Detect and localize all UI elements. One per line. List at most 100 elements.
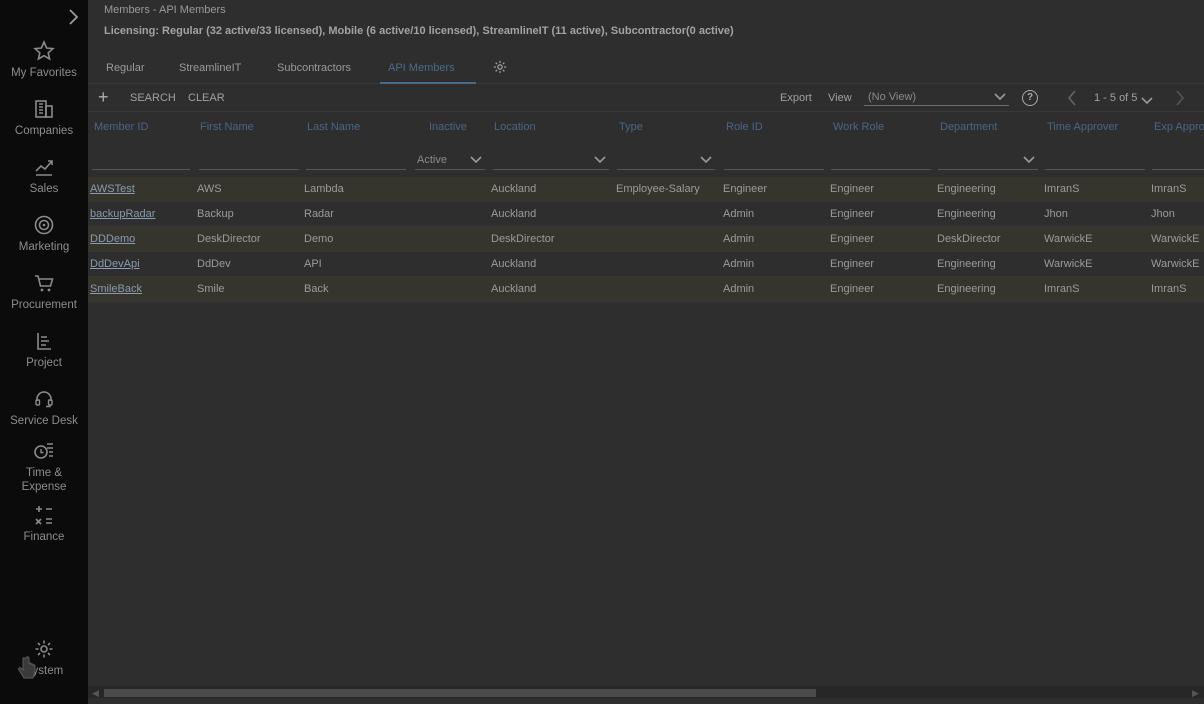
table-row[interactable]: AWSTest AWS Lambda Auckland Employee-Sal… (88, 177, 1204, 202)
sidebar-item-time-expense[interactable]: Time & Expense (0, 440, 88, 494)
horizontal-scrollbar[interactable]: ◀ ▶ (88, 686, 1204, 698)
sidebar-item-label: Marketing (18, 241, 70, 253)
gear-icon (35, 640, 53, 658)
filter-last-name[interactable] (306, 152, 406, 170)
cell-department: DeskDirector (937, 233, 1001, 245)
scrollbar-thumb[interactable] (104, 689, 816, 697)
view-select[interactable]: (No View) (864, 88, 1009, 106)
filter-inactive[interactable]: Active (415, 152, 485, 170)
cell-first-name: Backup (197, 208, 234, 220)
cell-work-role: Engineer (830, 183, 875, 195)
sidebar-item-label: Sales (29, 183, 59, 195)
cell-time-approver: Jhon (1044, 208, 1068, 220)
filter-location[interactable] (493, 152, 609, 170)
column-header-inactive[interactable]: Inactive (429, 121, 467, 133)
member-id-link[interactable]: DDDemo (90, 233, 135, 245)
scroll-right-icon[interactable]: ▶ (1192, 688, 1199, 699)
cell-work-role: Engineer (830, 233, 875, 245)
collapse-sidebar-button[interactable] (64, 6, 84, 28)
main-panel: Members - API Members Licensing: Regular… (88, 0, 1204, 704)
star-icon (33, 40, 55, 61)
filter-inactive-value: Active (417, 154, 447, 166)
filter-member-id[interactable] (92, 152, 190, 170)
tab-regular[interactable]: Regular (106, 62, 145, 74)
sidebar-item-label: System (24, 665, 64, 677)
clipboard-icon (37, 333, 51, 350)
table-row[interactable]: SmileBack Smile Back Auckland Admin Engi… (88, 277, 1204, 302)
sidebar-item-finance[interactable]: Finance (0, 504, 88, 544)
scroll-left-icon[interactable]: ◀ (92, 688, 99, 699)
member-id-link[interactable]: backupRadar (90, 208, 155, 220)
column-header-type[interactable]: Type (619, 121, 643, 133)
licensing-summary: Licensing: Regular (32 active/33 license… (104, 25, 734, 37)
add-button[interactable]: + (98, 87, 109, 108)
sidebar-item-service-desk[interactable]: Service Desk (0, 388, 88, 428)
target-icon (34, 215, 54, 235)
cell-location: DeskDirector (491, 233, 555, 245)
filter-time-approver[interactable] (1045, 152, 1145, 170)
member-id-link[interactable]: SmileBack (90, 283, 142, 295)
export-button[interactable]: Export (780, 92, 812, 104)
cell-first-name: DeskDirector (197, 233, 261, 245)
column-header-department[interactable]: Department (940, 121, 997, 133)
filter-exp-approver[interactable] (1152, 152, 1204, 170)
tab-streamlineit[interactable]: StreamlineIT (179, 62, 241, 74)
tab-settings-gear-icon[interactable] (492, 59, 508, 80)
filter-department[interactable] (938, 152, 1038, 170)
sidebar-item-sales[interactable]: Sales (0, 156, 88, 196)
column-header-member-id[interactable]: Member ID (94, 121, 148, 133)
sidebar-item-favorites[interactable]: My Favorites (0, 40, 88, 80)
cell-last-name: Demo (304, 233, 334, 245)
cell-exp-approver: Jhon (1151, 208, 1175, 220)
sidebar-item-project[interactable]: Project (0, 330, 88, 370)
cell-role-id: Engineer (723, 183, 768, 195)
filter-work-role[interactable] (831, 152, 931, 170)
tab-api-members[interactable]: API Members (388, 62, 455, 74)
column-header-work-role[interactable]: Work Role (833, 121, 884, 133)
next-page-button[interactable] (1174, 89, 1186, 112)
cell-exp-approver: WarwickE (1151, 233, 1200, 245)
column-header-role-id[interactable]: Role ID (726, 121, 763, 133)
sidebar-item-label: Companies (14, 125, 74, 137)
cell-role-id: Admin (723, 233, 755, 245)
previous-page-button[interactable] (1066, 89, 1078, 112)
calculator-icon (35, 506, 52, 525)
column-header-last-name[interactable]: Last Name (307, 121, 360, 133)
filter-type[interactable] (617, 152, 715, 170)
filter-first-name[interactable] (199, 152, 299, 170)
sidebar-item-procurement[interactable]: Procurement (0, 272, 88, 312)
tab-subcontractors[interactable]: Subcontractors (277, 62, 351, 74)
cell-role-id: Admin (723, 283, 755, 295)
help-icon[interactable]: ? (1022, 90, 1038, 106)
column-header-exp-approver[interactable]: Exp Appro (1154, 121, 1204, 133)
table-row[interactable]: backupRadar Backup Radar Auckland Admin … (88, 202, 1204, 227)
tab-bar: Regular StreamlineIT Subcontractors API … (88, 52, 1204, 84)
chevron-right-icon (1176, 90, 1185, 106)
cell-location: Auckland (491, 208, 537, 220)
cell-role-id: Admin (723, 208, 755, 220)
table-row[interactable]: DdDevApi DdDev API Auckland Admin Engine… (88, 252, 1204, 277)
table-row[interactable]: DDDemo DeskDirector Demo DeskDirector Ad… (88, 227, 1204, 252)
sidebar-item-marketing[interactable]: Marketing (0, 214, 88, 254)
cell-exp-approver: WarwickE (1151, 258, 1200, 270)
search-button[interactable]: SEARCH (130, 92, 176, 104)
sidebar-item-system[interactable]: System (0, 638, 88, 678)
paging-dropdown[interactable] (1140, 93, 1154, 111)
column-header-time-approver[interactable]: Time Approver (1047, 121, 1118, 133)
cell-time-approver: WarwickE (1044, 233, 1093, 245)
cell-department: Engineering (937, 258, 996, 270)
grid-body: AWSTest AWS Lambda Auckland Employee-Sal… (88, 177, 1204, 302)
headset-icon (35, 391, 53, 408)
clear-button[interactable]: CLEAR (188, 92, 225, 104)
chevron-down-icon (470, 156, 482, 164)
column-header-location[interactable]: Location (494, 121, 536, 133)
column-header-first-name[interactable]: First Name (200, 121, 254, 133)
cart-icon (35, 275, 54, 292)
member-id-link[interactable]: AWSTest (90, 183, 135, 195)
cell-last-name: Lambda (304, 183, 344, 195)
sidebar-item-companies[interactable]: Companies (0, 98, 88, 138)
grid-header: Member ID First Name Last Name Inactive … (88, 114, 1204, 178)
filter-role-id[interactable] (724, 152, 824, 170)
chart-up-icon (35, 160, 53, 176)
member-id-link[interactable]: DdDevApi (90, 258, 140, 270)
